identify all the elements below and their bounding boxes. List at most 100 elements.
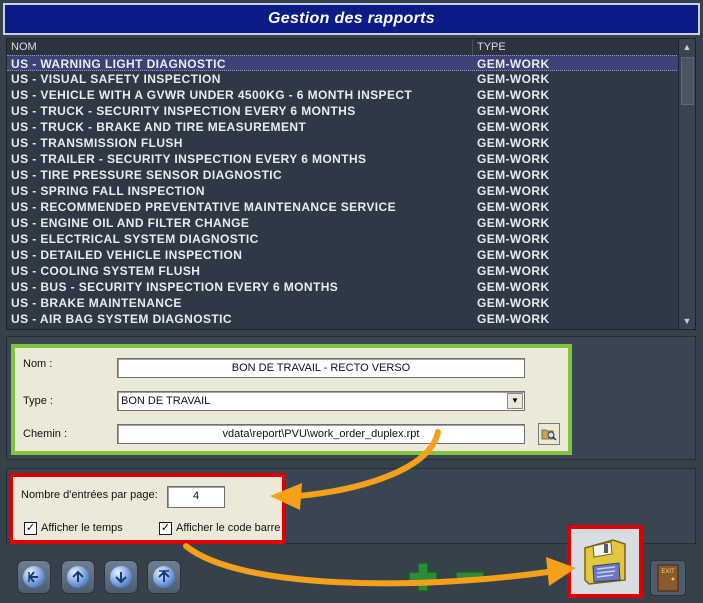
row-name: US - TRUCK - SECURITY INSPECTION EVERY 6… bbox=[11, 104, 356, 118]
table-row[interactable]: US - TRAILER - SECURITY INSPECTION EVERY… bbox=[7, 151, 679, 167]
folder-search-icon bbox=[541, 429, 557, 441]
checkmark-icon: ✓ bbox=[25, 522, 36, 534]
add-icon bbox=[408, 562, 438, 592]
row-type: GEM-WORK bbox=[477, 136, 550, 150]
row-type: GEM-WORK bbox=[477, 120, 550, 134]
row-type: GEM-WORK bbox=[477, 216, 550, 230]
row-name: US - TRUCK - BRAKE AND TIRE MEASUREMENT bbox=[11, 120, 307, 134]
print-options: Nombre d'entrées par page: 4 ✓ Afficher … bbox=[9, 473, 286, 544]
row-type: GEM-WORK bbox=[477, 152, 550, 166]
row-name: US - TIRE PRESSURE SENSOR DIAGNOSTIC bbox=[11, 168, 283, 182]
row-name: US - WARNING LIGHT DIAGNOSTIC bbox=[11, 57, 226, 71]
table-row[interactable]: US - VEHICLE WITH A GVWR UNDER 4500KG - … bbox=[7, 87, 679, 103]
table-row[interactable]: US - BUS - SECURITY INSPECTION EVERY 6 M… bbox=[7, 279, 679, 295]
save-button[interactable] bbox=[567, 525, 643, 598]
exit-icon: EXIT bbox=[657, 564, 679, 592]
list-header: NOM TYPE bbox=[7, 39, 679, 56]
table-row[interactable]: US - TRUCK - SECURITY INSPECTION EVERY 6… bbox=[7, 103, 679, 119]
row-type: GEM-WORK bbox=[477, 248, 550, 262]
table-row[interactable]: US - TRANSMISSION FLUSH GEM-WORK bbox=[7, 135, 679, 151]
name-label: Nom : bbox=[23, 358, 53, 370]
previous-page-button[interactable] bbox=[61, 560, 95, 594]
row-type: GEM-WORK bbox=[477, 168, 550, 182]
table-row[interactable]: US - BRAKE MAINTENANCE GEM-WORK bbox=[7, 295, 679, 311]
row-name: US - BRAKE MAINTENANCE bbox=[11, 296, 182, 310]
exit-text: EXIT bbox=[661, 569, 675, 575]
table-row[interactable]: US - VISUAL SAFETY INSPECTION GEM-WORK bbox=[7, 71, 679, 87]
remove-icon bbox=[455, 571, 485, 583]
table-row[interactable]: US - AIR BAG SYSTEM DIAGNOSTIC GEM-WORK bbox=[7, 311, 679, 327]
next-page-icon bbox=[110, 566, 132, 588]
last-page-icon bbox=[153, 566, 175, 588]
row-type: GEM-WORK bbox=[477, 184, 550, 198]
window-title-bar: Gestion des rapports bbox=[3, 3, 700, 35]
table-row[interactable]: US - SPRING FALL INSPECTION GEM-WORK bbox=[7, 183, 679, 199]
row-type: GEM-WORK bbox=[477, 280, 550, 294]
show-time-checkbox[interactable]: ✓ bbox=[24, 522, 37, 535]
row-type: GEM-WORK bbox=[477, 232, 550, 246]
row-type: GEM-WORK bbox=[477, 264, 550, 278]
report-list[interactable]: NOM TYPE US - WARNING LIGHT DIAGNOSTIC GE… bbox=[6, 38, 696, 330]
show-barcode-checkbox[interactable]: ✓ bbox=[159, 522, 172, 535]
previous-page-icon bbox=[67, 566, 89, 588]
column-header-type[interactable]: TYPE bbox=[473, 39, 679, 55]
table-row[interactable]: US - RECOMMENDED PREVENTATIVE MAINTENANC… bbox=[7, 199, 679, 215]
table-row[interactable]: US - TIRE PRESSURE SENSOR DIAGNOSTIC GEM-… bbox=[7, 167, 679, 183]
row-name: US - TRAILER - SECURITY INSPECTION EVERY… bbox=[11, 152, 367, 166]
row-name: US - ENGINE OIL AND FILTER CHANGE bbox=[11, 216, 250, 230]
row-name: US - VISUAL SAFETY INSPECTION bbox=[11, 72, 221, 86]
type-label: Type : bbox=[23, 395, 53, 407]
row-name: US - DETAILED VEHICLE INSPECTION bbox=[11, 248, 243, 262]
row-type: GEM-WORK bbox=[477, 72, 550, 86]
browse-button[interactable] bbox=[538, 423, 560, 445]
name-field[interactable]: BON DE TRAVAIL - RECTO VERSO bbox=[117, 358, 525, 378]
checkmark-icon: ✓ bbox=[160, 522, 171, 534]
row-name: US - VEHICLE WITH A GVWR UNDER 4500KG - … bbox=[11, 88, 413, 102]
report-rows: US - WARNING LIGHT DIAGNOSTIC GEM-WORK US … bbox=[7, 55, 679, 327]
row-name: US - COOLING SYSTEM FLUSH bbox=[11, 264, 201, 278]
row-name: US - SPRING FALL INSPECTION bbox=[11, 184, 205, 198]
entries-per-page-input[interactable]: 4 bbox=[167, 486, 225, 508]
scroll-thumb[interactable] bbox=[681, 57, 694, 105]
last-page-button[interactable] bbox=[147, 560, 181, 594]
row-name: US - AIR BAG SYSTEM DIAGNOSTIC bbox=[11, 312, 232, 326]
chevron-down-icon[interactable]: ▼ bbox=[507, 393, 523, 409]
row-name: US - BUS - SECURITY INSPECTION EVERY 6 M… bbox=[11, 280, 339, 294]
arrow-path-to-save bbox=[183, 543, 551, 587]
window-title: Gestion des rapports bbox=[268, 10, 435, 27]
list-scrollbar[interactable]: ▲ ▼ bbox=[678, 39, 695, 329]
remove-button[interactable] bbox=[452, 557, 488, 597]
path-field[interactable]: vdata\report\PVU\work_order_duplex.rpt bbox=[117, 424, 525, 444]
table-row[interactable]: US - TRUCK - BRAKE AND TIRE MEASUREMENT G… bbox=[7, 119, 679, 135]
table-row[interactable]: US - DETAILED VEHICLE INSPECTION GEM-WORK bbox=[7, 247, 679, 263]
row-type: GEM-WORK bbox=[477, 312, 550, 326]
row-type: GEM-WORK bbox=[477, 200, 550, 214]
exit-button[interactable]: EXIT bbox=[650, 560, 686, 596]
row-type: GEM-WORK bbox=[477, 104, 550, 118]
table-row[interactable]: US - ELECTRICAL SYSTEM DIAGNOSTIC GEM-WOR… bbox=[7, 231, 679, 247]
next-page-button[interactable] bbox=[104, 560, 138, 594]
column-header-name[interactable]: NOM bbox=[7, 39, 473, 55]
app-window: Gestion des rapports NOM TYPE US - WARNI… bbox=[0, 0, 703, 603]
floppy-disk-icon bbox=[584, 538, 626, 585]
show-time-label: Afficher le temps bbox=[41, 522, 123, 534]
path-label: Chemin : bbox=[23, 428, 68, 440]
row-name: US - RECOMMENDED PREVENTATIVE MAINTENANC… bbox=[11, 200, 396, 214]
row-type: GEM-WORK bbox=[477, 296, 550, 310]
table-row[interactable]: US - ENGINE OIL AND FILTER CHANGE GEM-WOR… bbox=[7, 215, 679, 231]
row-name: US - ELECTRICAL SYSTEM DIAGNOSTIC bbox=[11, 232, 259, 246]
first-page-icon bbox=[23, 566, 45, 588]
add-button[interactable] bbox=[405, 557, 441, 597]
type-select[interactable]: BON DE TRAVAIL ▼ bbox=[117, 391, 525, 411]
show-barcode-label: Afficher le code barre bbox=[176, 522, 281, 534]
type-select-value: BON DE TRAVAIL bbox=[121, 395, 211, 407]
row-name: US - TRANSMISSION FLUSH bbox=[11, 136, 183, 150]
row-type: GEM-WORK bbox=[477, 57, 550, 71]
scroll-up-icon[interactable]: ▲ bbox=[679, 39, 695, 55]
table-row[interactable]: US - WARNING LIGHT DIAGNOSTIC GEM-WORK bbox=[7, 55, 679, 71]
row-type: GEM-WORK bbox=[477, 88, 550, 102]
table-row[interactable]: US - COOLING SYSTEM FLUSH GEM-WORK bbox=[7, 263, 679, 279]
first-page-button[interactable] bbox=[17, 560, 51, 594]
entries-per-page-label: Nombre d'entrées par page: bbox=[21, 489, 158, 501]
scroll-down-icon[interactable]: ▼ bbox=[679, 313, 695, 329]
